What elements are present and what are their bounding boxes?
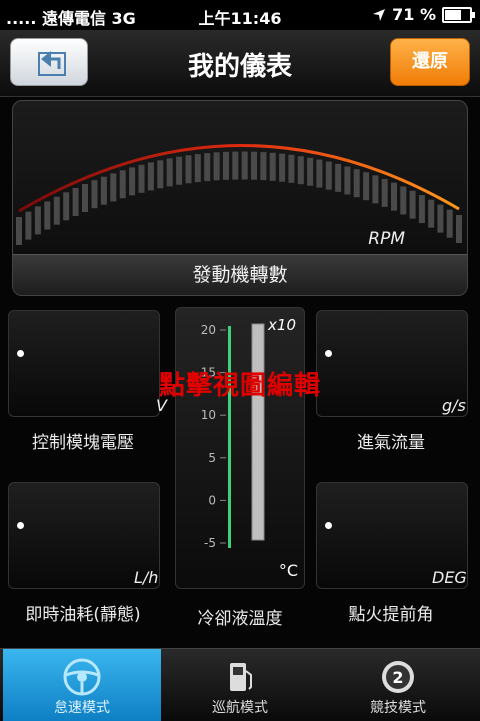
rpm-tick-segment (307, 157, 314, 186)
coolant-tick-label: 5 (208, 451, 216, 465)
rpm-tick-segment (325, 161, 332, 190)
status-right: 71 % (372, 5, 475, 24)
tab-cruise-mode[interactable]: 巡航模式 (161, 649, 319, 721)
rpm-unit: RPM (368, 229, 405, 249)
rpm-tick-segment (25, 211, 32, 240)
fuel-gauge-dot (17, 522, 24, 529)
rpm-gauge-panel[interactable]: RPM 發動機轉數 (12, 100, 468, 296)
battery-fill (445, 9, 461, 20)
voltage-label: 控制模塊電壓 (32, 433, 134, 453)
rpm-tick-segment (363, 172, 370, 201)
rpm-tick-segment (223, 151, 229, 180)
rpm-tick-segment (344, 166, 351, 195)
tab-idle-mode[interactable]: 怠速模式 (3, 649, 161, 721)
rpm-tick-segment (82, 184, 88, 212)
rpm-tick-segment (437, 204, 444, 233)
status-bar: ..... 遠傳電信 3G 上午11:46 71 % (0, 0, 480, 30)
rpm-tick-segment (16, 217, 22, 245)
rpm-tick-segment (288, 154, 295, 183)
rpm-tick-segment (335, 163, 342, 192)
fuel-gauge-panel[interactable]: L/h 即時油耗(靜態) (4, 480, 162, 645)
coolant-temp-ticks: 20151050-5 (201, 323, 226, 550)
rpm-tick-segment (194, 154, 201, 183)
edit-view-hint[interactable]: 點擊視圖編輯 (0, 365, 480, 402)
rpm-tick-segment (456, 215, 462, 243)
rpm-tick-segment (279, 153, 286, 182)
tab-race-mode[interactable]: 2 競技模式 (319, 649, 477, 721)
coolant-temp-gauge-panel[interactable]: 20 15 10 5 0 -5 x10 °C (175, 307, 305, 589)
rpm-tick-segment (204, 153, 211, 182)
coolant-tick-label: 0 (208, 493, 216, 507)
coolant-tick-label: 20 (201, 323, 216, 337)
rpm-tick-segment (166, 158, 173, 187)
rpm-tick-segment (72, 188, 79, 216)
rpm-tick-segment (129, 167, 136, 196)
rpm-tick-segment (251, 151, 257, 180)
rpm-tick-segment (418, 195, 425, 224)
ignition-gauge-panel[interactable]: DEG 點火提前角 (312, 480, 470, 645)
fuel-label: 即時油耗(靜態) (25, 605, 141, 625)
ignition-gauge-dot (325, 522, 332, 529)
rpm-tick-segment (53, 196, 60, 225)
rpm-tick-segment (316, 159, 323, 188)
airflow-gauge-dot (325, 350, 332, 357)
nav-bar: 我的儀表 還原 (0, 30, 480, 97)
tab-race-label: 競技模式 (370, 700, 426, 716)
tab-cruise-label: 巡航模式 (212, 700, 268, 716)
rpm-tick-segment (269, 152, 276, 181)
fuel-unit: L/h (134, 568, 159, 587)
battery-percent: 71 % (392, 5, 436, 24)
battery-icon (442, 6, 475, 23)
rpm-tick-segment (381, 178, 388, 207)
rpm-tick-segment (100, 176, 107, 205)
rpm-tick-segment (241, 151, 248, 180)
coolant-tick-label: -5 (204, 536, 216, 550)
speed-dial-icon: 2 (382, 661, 414, 693)
reset-button[interactable]: 還原 (390, 38, 470, 86)
rpm-tick-segment (297, 156, 304, 185)
rpm-tick-segment (138, 164, 145, 193)
rpm-tick-segment (446, 209, 453, 238)
svg-text:2: 2 (392, 668, 403, 687)
rpm-tick-segment (232, 151, 239, 180)
rpm-tick-segment (110, 173, 117, 202)
ignition-label: 點火提前角 (348, 605, 434, 625)
voltage-gauge-dot (17, 350, 24, 357)
rpm-tick-segment (157, 160, 164, 189)
coolant-unit: °C (278, 561, 298, 580)
coolant-multiplier: x10 (268, 316, 296, 334)
coolant-label: 冷卻液溫度 (197, 609, 283, 629)
rpm-tick-segment (391, 182, 397, 211)
rpm-tick-segment (34, 206, 41, 235)
rpm-tick-segment (353, 169, 360, 198)
rpm-tick-segment (119, 170, 126, 199)
rpm-tick-segment (372, 175, 379, 204)
fuel-pump-icon (230, 663, 252, 691)
tab-idle-label: 怠速模式 (54, 700, 110, 716)
tab-bar: 怠速模式 巡航模式 2 競技模式 (0, 648, 480, 721)
rpm-tick-segment (260, 152, 267, 181)
coolant-temp-bar-gauge: 20151050-5 (201, 323, 265, 550)
rpm-tick-segment (176, 156, 183, 185)
ignition-unit: DEG (432, 568, 467, 587)
rpm-tick-segment (213, 152, 220, 181)
rpm-tick-segment (91, 180, 98, 209)
rpm-tick-segment (147, 162, 154, 191)
rpm-tick-segment (44, 201, 51, 230)
location-arrow-icon (373, 8, 386, 21)
coolant-tick-label: 10 (201, 408, 216, 422)
airflow-label: 進氣流量 (357, 433, 425, 453)
rpm-tick-segment (428, 199, 435, 228)
rpm-tick-segment (400, 186, 407, 215)
rpm-tick-segment (185, 155, 192, 184)
rpm-label: 發動機轉數 (13, 254, 467, 295)
rpm-tick-segment (409, 190, 416, 219)
steering-wheel-icon (63, 658, 101, 696)
rpm-tick-segment (63, 192, 70, 221)
